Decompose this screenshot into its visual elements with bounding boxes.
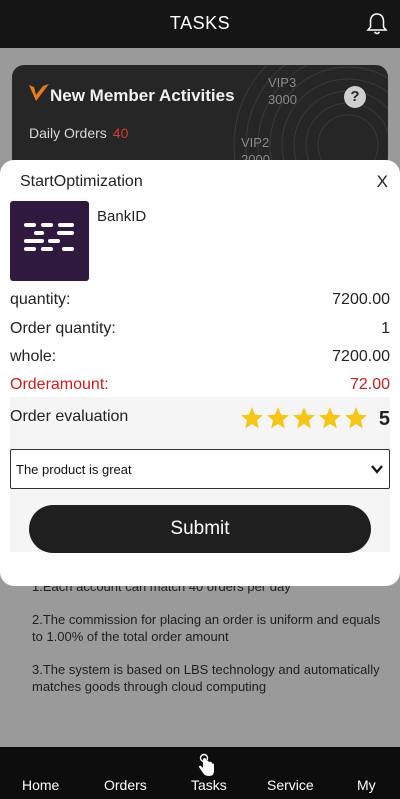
member-card-title: New Member Activities — [50, 86, 235, 105]
whole-row: whole: 7200.00 — [10, 348, 390, 370]
nav-my[interactable]: My — [357, 777, 376, 793]
star-icon[interactable] — [318, 406, 342, 430]
vip3-value: 3000 — [268, 92, 297, 107]
submit-button[interactable]: Submit — [29, 505, 371, 553]
rule-item: 2.The commission for placing an order is… — [32, 612, 381, 644]
order-quantity-label: Order quantity: — [10, 320, 116, 337]
chevron-down-icon — [371, 465, 383, 474]
start-optimization-dialog: StartOptimization X BankID quantity: 720… — [0, 160, 400, 586]
nav-home[interactable]: Home — [22, 777, 59, 793]
star-rating[interactable] — [240, 406, 370, 432]
daily-orders-label: Daily Orders — [29, 125, 107, 141]
order-quantity-value: 1 — [381, 320, 390, 337]
bell-icon[interactable] — [366, 12, 388, 36]
close-button[interactable]: X — [377, 172, 388, 192]
star-icon[interactable] — [266, 406, 290, 430]
vip3-label: VIP3 — [268, 75, 297, 90]
quantity-row: quantity: 7200.00 — [10, 291, 390, 313]
order-quantity-row: Order quantity: 1 — [10, 320, 390, 342]
nav-tasks[interactable]: Tasks — [191, 777, 227, 793]
help-icon[interactable]: ? — [344, 86, 366, 108]
quantity-value: 7200.00 — [332, 291, 390, 308]
order-amount-row: Orderamount: 72.00 — [10, 376, 390, 398]
nav-orders[interactable]: Orders — [104, 777, 147, 793]
bottom-nav: Home Orders Tasks Service My — [0, 747, 400, 799]
bankid-logo-icon — [24, 223, 74, 251]
star-icon[interactable] — [240, 406, 264, 430]
order-amount-label: Orderamount: — [10, 376, 109, 393]
nav-service[interactable]: Service — [267, 777, 314, 793]
evaluation-section: Order evaluation 5 The product is great … — [10, 397, 390, 553]
review-select[interactable]: The product is great — [10, 449, 390, 489]
star-icon[interactable] — [292, 406, 316, 430]
quantity-label: quantity: — [10, 291, 71, 308]
evaluation-label: Order evaluation — [10, 408, 129, 425]
vip3-tier: VIP3 3000 — [268, 74, 297, 108]
product-name: BankID — [97, 208, 147, 225]
daily-orders-value: 40 — [112, 125, 129, 141]
whole-value: 7200.00 — [332, 348, 390, 365]
app-header: TASKS — [0, 0, 400, 48]
rules-list: 1.Each account can match 40 orders per d… — [14, 578, 384, 744]
vip2-label: VIP2 — [241, 135, 270, 150]
whole-label: whole: — [10, 348, 57, 365]
page-title: TASKS — [169, 13, 231, 33]
star-icon[interactable] — [344, 406, 368, 430]
review-select-value: The product is great — [16, 462, 132, 477]
dialog-title: StartOptimization — [20, 173, 143, 190]
rule-item: 3.The system is based on LBS technology … — [32, 662, 380, 694]
product-image — [10, 201, 89, 281]
rating-value: 5 — [378, 408, 390, 430]
daily-orders: Daily Orders 40 — [29, 125, 128, 141]
vip-logo-icon — [29, 84, 49, 101]
tap-hand-icon — [199, 753, 214, 776]
order-amount-value: 72.00 — [349, 376, 390, 393]
